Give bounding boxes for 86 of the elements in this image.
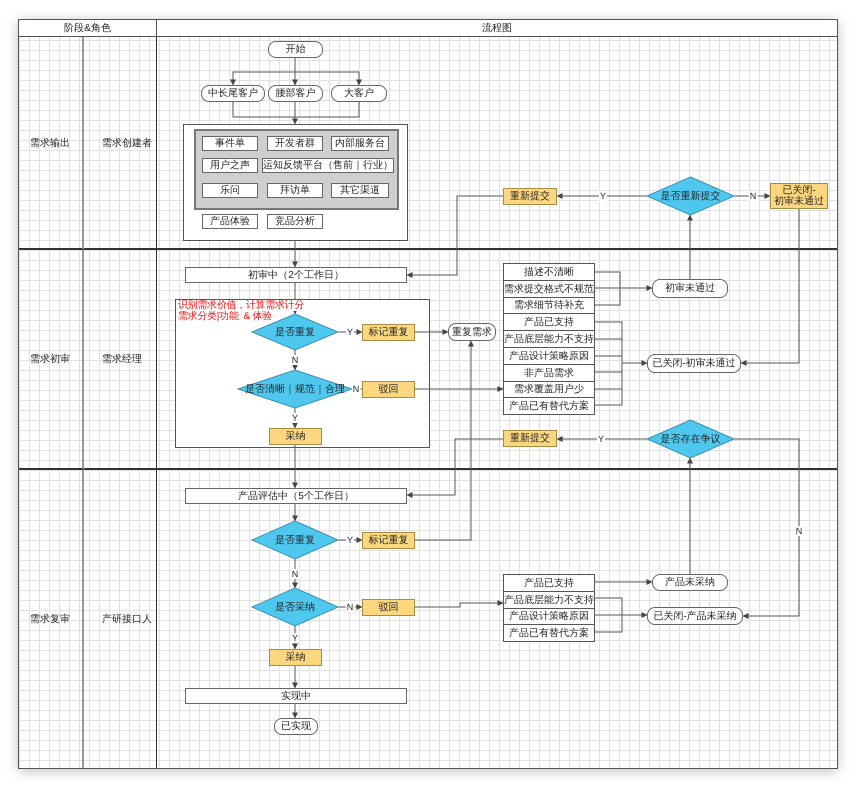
channel-box: 事件单 [202,136,258,151]
action-box: 标记重复 [362,532,415,549]
decision-diamond: 是否重复 [252,521,338,559]
rounded-node: 产品未采纳 [652,574,728,591]
channel-box: 拜访单 [267,183,323,198]
edge-label: Y [597,434,605,444]
channel-box: 运知反馈平台（售前｜行业） [262,158,394,173]
edge-label: Y [346,535,354,545]
decision-diamond: 是否重新提交 [647,177,734,215]
lane-role-label: 需求经理 [102,352,142,366]
reason-row: 产品底层能力不支持 [503,590,595,609]
reason-row: 产品已有替代方案 [503,624,595,642]
decision-diamond: 是否清晰｜规范｜合理 [238,370,352,408]
rounded-node: 已实现 [274,718,318,735]
connector-arrow [338,329,362,335]
rounded-node: 开始 [268,41,323,58]
connector-arrow [292,444,298,488]
channel-box: 乐问 [202,183,258,198]
action-box: 已关闭- 初审未通过 [770,183,828,209]
action-box: 重新提交 [503,430,557,447]
reason-row: 产品已支持 [503,574,595,592]
lane-stage-label: 需求初审 [30,352,70,366]
connector-arrow [292,502,298,522]
edge-label: N [290,569,300,579]
lane-role-label: 需求创建者 [102,136,152,150]
edge-label: N [794,526,804,536]
edge-label: Y [346,327,354,337]
connector-line [294,102,360,118]
rounded-node: 已关闭-产品未采纳 [647,607,743,625]
connector-arrow [687,214,693,280]
process-box: 产品评估中（5个工作日） [185,488,407,504]
action-box: 驳回 [362,381,415,398]
connector-arrow [292,702,298,718]
connector-line [594,272,620,306]
rounded-node: 腰部客户 [268,85,323,102]
note-text: 需求分类|功能 & 体验 [178,311,272,322]
connector-arrow [292,666,298,688]
channel-box: 用户之声 [202,158,258,173]
edge-label: N [346,602,354,612]
process-box: 实现中 [185,688,407,704]
connector-arrow [414,329,448,335]
reason-row: 非产品需求 [503,364,595,382]
edge-label: N [290,355,300,365]
channel-box: 产品体验 [202,214,258,229]
reason-row: 产品已支持 [503,313,595,332]
connector-arrow [338,537,362,543]
reason-row: 描述不清晰 [503,263,595,281]
edge-label: Y [599,191,607,201]
action-box: 采纳 [269,428,322,445]
rounded-node: 中长尾客户 [201,85,265,102]
action-box: 采纳 [269,649,322,666]
connector-arrow [292,558,298,588]
connector-arrow [594,285,652,291]
channel-box: 其它渠道 [331,183,389,198]
edge-label: Y [291,413,299,423]
channel-box: 内部服务台 [331,136,389,151]
lane-stage-label: 需求复审 [30,612,70,626]
process-box: 初审中（2个工作日） [185,267,407,283]
rounded-node: 初审未通过 [652,279,728,298]
channel-box: 竞品分析 [267,214,323,229]
lane-stage-label: 需求输出 [30,136,70,150]
note-text: 识别需求价值，计算需求计分 [178,300,304,311]
lane-role-label: 产研接口人 [102,612,152,626]
connector-arrow [622,360,648,366]
reason-row: 产品已有替代方案 [503,397,595,416]
reason-row: 产品底层能力不支持 [503,330,595,348]
action-box: 驳回 [362,599,415,616]
channel-box: 开发者群 [267,136,323,151]
edge-label: N [352,384,360,394]
rounded-node: 已关闭-初审未通过 [647,354,741,373]
reason-row: 产品设计策略原因 [503,347,595,365]
action-box: 标记重复 [362,324,415,341]
column-header: 阶段&角色 [63,22,112,35]
connector-arrow [594,579,652,585]
connector-line [594,598,622,632]
reason-row: 需求提交格式不规范 [503,280,595,298]
action-box: 重新提交 [503,188,557,205]
column-header: 流程图 [481,22,513,35]
connector-line [232,102,296,118]
rounded-node: 大客户 [331,85,387,102]
edge-label: Y [291,633,299,643]
edge-label: N [748,191,758,201]
decision-diamond: 是否采纳 [252,588,338,626]
connector-arrow [594,612,648,618]
rounded-node: 重复需求 [448,323,496,341]
decision-diamond: 是否存在争议 [647,420,734,458]
